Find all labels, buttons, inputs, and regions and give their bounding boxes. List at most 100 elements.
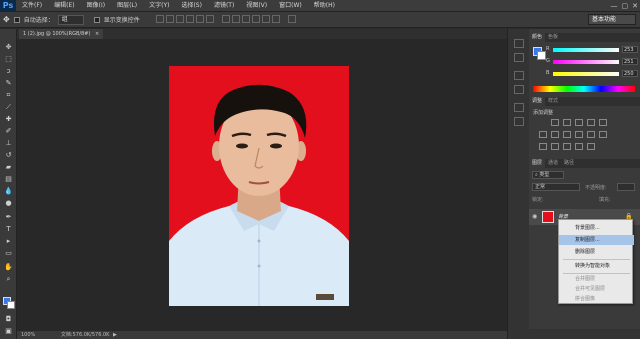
- distribute-right-icon[interactable]: [271, 14, 280, 23]
- tab-styles[interactable]: 样式: [545, 97, 561, 106]
- menu-layer[interactable]: 图层(L): [111, 0, 143, 12]
- channel-r-value[interactable]: 253: [622, 46, 638, 53]
- close-button[interactable]: ✕: [632, 0, 638, 12]
- properties-panel-icon[interactable]: [514, 71, 524, 80]
- channel-g-value[interactable]: 251: [622, 58, 638, 65]
- ctx-flatten-image[interactable]: 拼合图像: [559, 294, 634, 304]
- menu-view[interactable]: 视图(V): [240, 0, 273, 12]
- layer-filter-dropdown[interactable]: ⌕ 类型: [532, 171, 564, 179]
- history-brush-icon[interactable]: ↺: [3, 151, 14, 160]
- document-tab[interactable]: 1 (2).jpg @ 100%(RGB/8#) ×: [19, 29, 104, 39]
- invert-icon[interactable]: [539, 143, 547, 150]
- move-tool-preset-icon[interactable]: ✥: [3, 15, 10, 24]
- brush-tool-icon[interactable]: ✐: [3, 127, 14, 136]
- history-panel-icon[interactable]: [514, 39, 524, 48]
- zoom-level[interactable]: 100%: [21, 332, 35, 338]
- tab-paths[interactable]: 路径: [561, 159, 577, 168]
- tab-adjustments[interactable]: 调整: [529, 97, 546, 106]
- screen-mode-icon[interactable]: ▣: [3, 327, 14, 336]
- tab-channels[interactable]: 通道: [545, 159, 561, 168]
- ctx-merge-layers[interactable]: 合并图层: [559, 274, 634, 284]
- auto-align-icon[interactable]: [287, 14, 296, 23]
- menu-filter[interactable]: 滤镜(T): [208, 0, 240, 12]
- auto-select-checkbox[interactable]: [13, 16, 20, 23]
- channel-b-value[interactable]: 250: [622, 70, 638, 77]
- color-lookup-icon[interactable]: [599, 131, 607, 138]
- healing-brush-icon[interactable]: ✚: [3, 115, 14, 124]
- posterize-icon[interactable]: [551, 143, 559, 150]
- channel-mixer-icon[interactable]: [587, 131, 595, 138]
- menu-select[interactable]: 选择(S): [175, 0, 208, 12]
- menu-edit[interactable]: 编辑(E): [48, 0, 80, 12]
- marquee-tool-icon[interactable]: ⬚: [3, 55, 14, 64]
- channel-g-slider[interactable]: [553, 60, 619, 64]
- type-tool-icon[interactable]: T: [3, 225, 14, 234]
- tab-swatches[interactable]: 色板: [545, 33, 561, 42]
- hue-sat-icon[interactable]: [539, 131, 547, 138]
- menu-type[interactable]: 文字(Y): [143, 0, 175, 12]
- exposure-icon[interactable]: [587, 119, 595, 126]
- paragraph-panel-icon[interactable]: [514, 117, 524, 126]
- bg-color-chip[interactable]: [537, 51, 546, 60]
- actions-panel-icon[interactable]: [514, 53, 524, 62]
- distribute-hcenter-icon[interactable]: [261, 14, 270, 23]
- menu-window[interactable]: 窗口(W): [273, 0, 308, 12]
- shape-tool-icon[interactable]: ▭: [3, 249, 14, 258]
- distribute-top-icon[interactable]: [221, 14, 230, 23]
- ctx-background-layer[interactable]: 背景图层...: [559, 223, 634, 233]
- channel-b-slider[interactable]: [553, 72, 619, 76]
- eyedropper-tool-icon[interactable]: ⟋: [3, 103, 14, 112]
- align-left-icon[interactable]: [185, 14, 194, 23]
- minimize-button[interactable]: —: [611, 0, 618, 12]
- portrait-photo[interactable]: [169, 66, 349, 306]
- pen-tool-icon[interactable]: ✒: [3, 213, 14, 222]
- lasso-tool-icon[interactable]: ↄ: [3, 67, 14, 76]
- align-hcenter-icon[interactable]: [195, 14, 204, 23]
- quick-mask-icon[interactable]: ◘: [3, 315, 14, 324]
- brightness-icon[interactable]: [551, 119, 559, 126]
- status-arrow-icon[interactable]: ▶: [113, 332, 117, 338]
- eye-visibility-icon[interactable]: ◉: [532, 213, 537, 220]
- menu-file[interactable]: 文件(F): [16, 0, 48, 12]
- info-panel-icon[interactable]: [514, 85, 524, 94]
- background-color-swatch[interactable]: [7, 301, 15, 309]
- selective-color-icon[interactable]: [575, 143, 583, 150]
- black-white-icon[interactable]: [563, 131, 571, 138]
- align-top-icon[interactable]: [155, 14, 164, 23]
- vibrance-icon[interactable]: [599, 119, 607, 126]
- hand-tool-icon[interactable]: ✋: [3, 263, 14, 272]
- ctx-delete-layer[interactable]: 删除图层: [559, 247, 634, 257]
- workspace-dropdown[interactable]: 基本功能: [588, 14, 636, 25]
- path-select-icon[interactable]: ▸: [3, 237, 14, 246]
- auto-select-dropdown[interactable]: 组: [57, 14, 84, 25]
- ctx-duplicate-layer[interactable]: 复制图层...: [559, 235, 634, 245]
- align-right-icon[interactable]: [205, 14, 214, 23]
- character-panel-icon[interactable]: [514, 103, 524, 112]
- eraser-tool-icon[interactable]: ▰: [3, 163, 14, 172]
- distribute-left-icon[interactable]: [251, 14, 260, 23]
- ctx-convert-smart-object[interactable]: 转换为智能对象: [559, 261, 634, 271]
- menu-help[interactable]: 帮助(H): [308, 0, 341, 12]
- dodge-tool-icon[interactable]: ●: [3, 199, 14, 208]
- photo-filter-icon[interactable]: [575, 131, 583, 138]
- color-spectrum-bar[interactable]: [533, 86, 635, 92]
- distribute-bottom-icon[interactable]: [241, 14, 250, 23]
- align-bottom-icon[interactable]: [175, 14, 184, 23]
- menu-image[interactable]: 图像(I): [81, 0, 111, 12]
- blend-mode-dropdown[interactable]: 正常: [532, 183, 580, 191]
- tab-layers[interactable]: 图层: [529, 159, 546, 168]
- maximize-button[interactable]: ▢: [622, 0, 629, 12]
- gradient-map-icon[interactable]: [587, 143, 595, 150]
- align-vcenter-icon[interactable]: [165, 14, 174, 23]
- layer-thumbnail[interactable]: [542, 211, 554, 223]
- zoom-tool-icon[interactable]: ⌕: [3, 275, 14, 284]
- blur-tool-icon[interactable]: 💧: [3, 187, 14, 196]
- threshold-icon[interactable]: [563, 143, 571, 150]
- tab-close-icon[interactable]: ×: [95, 31, 99, 37]
- channel-r-slider[interactable]: [553, 48, 619, 52]
- gradient-tool-icon[interactable]: ▤: [3, 175, 14, 184]
- move-tool-icon[interactable]: ✥: [3, 43, 14, 52]
- opacity-field[interactable]: [617, 183, 635, 191]
- distribute-vcenter-icon[interactable]: [231, 14, 240, 23]
- tab-color[interactable]: 颜色: [529, 33, 546, 42]
